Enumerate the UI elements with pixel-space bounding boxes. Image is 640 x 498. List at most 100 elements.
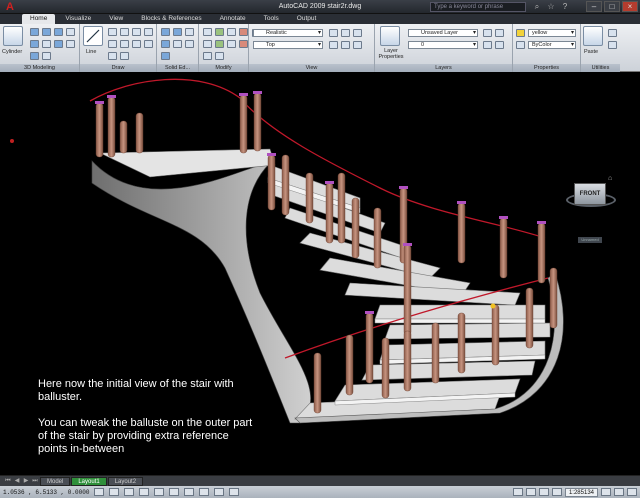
pan-status-icon[interactable]	[538, 488, 549, 496]
separate-icon[interactable]	[173, 28, 182, 36]
visual-style-dropdown[interactable]: Realistic	[253, 29, 323, 37]
last-layout-icon[interactable]: ⏭	[31, 477, 39, 486]
subtract-icon[interactable]	[54, 40, 63, 48]
annotation-scale[interactable]: 1:285134	[564, 487, 598, 497]
clean-screen-icon[interactable]	[627, 488, 637, 496]
next-layout-icon[interactable]: ▶	[22, 477, 30, 486]
thicken-icon[interactable]	[173, 40, 182, 48]
polar-icon[interactable]	[139, 488, 150, 496]
search-input[interactable]: Type a keyword or phrase	[430, 2, 526, 12]
stretch-icon[interactable]	[215, 52, 224, 60]
star-icon[interactable]: ☆	[546, 2, 556, 12]
grid-icon[interactable]	[109, 488, 120, 496]
sweep-icon[interactable]	[54, 28, 63, 36]
array-icon[interactable]	[227, 40, 236, 48]
tab-annotate[interactable]: Annotate	[212, 14, 254, 24]
first-layout-icon[interactable]: ⏮	[4, 477, 12, 486]
workspace-icon[interactable]	[601, 488, 611, 496]
lock-icon[interactable]	[614, 488, 624, 496]
align-icon[interactable]	[227, 28, 236, 36]
home-icon[interactable]: ⌂	[608, 175, 612, 182]
binoculars-icon[interactable]: ⌕	[532, 2, 542, 12]
spline-icon[interactable]	[132, 40, 141, 48]
line-icon[interactable]	[83, 26, 103, 46]
otrack-icon[interactable]	[169, 488, 180, 496]
layer-properties-icon[interactable]	[380, 26, 400, 46]
layer-walk-icon[interactable]	[495, 29, 504, 37]
walk-icon[interactable]	[341, 41, 350, 49]
model-space-icon[interactable]	[512, 488, 523, 496]
minimize-button[interactable]: –	[586, 1, 602, 12]
ucs-menu[interactable]: Unnamed	[578, 237, 602, 243]
rectangle-icon[interactable]	[108, 40, 117, 48]
scale-icon[interactable]	[203, 52, 212, 60]
box-icon[interactable]	[42, 52, 51, 60]
ducs-icon[interactable]	[184, 488, 195, 496]
color-dropdown[interactable]: yellow	[528, 29, 576, 37]
linetype-dropdown[interactable]: ByColor	[528, 41, 576, 49]
layer-state-dropdown[interactable]: Unsaved Layer	[408, 29, 478, 37]
3d-rotate-icon[interactable]	[215, 28, 224, 36]
mirror-icon[interactable]	[215, 40, 224, 48]
clean-icon[interactable]	[161, 52, 170, 60]
erase-icon[interactable]	[239, 28, 248, 36]
snap-icon[interactable]	[94, 488, 105, 496]
drawing-canvas[interactable]: ⌂ FRONT Unnamed Here now the initial vie…	[0, 73, 640, 475]
region-icon[interactable]	[108, 52, 117, 60]
paste-icon[interactable]	[583, 26, 603, 46]
tab-view[interactable]: View	[101, 14, 131, 24]
quick-calc-icon[interactable]	[608, 41, 617, 49]
layout-tab-model[interactable]: Model	[40, 476, 71, 486]
layer-off-icon[interactable]	[495, 41, 504, 49]
close-button[interactable]: ×	[622, 1, 638, 12]
fillet-icon[interactable]	[239, 40, 248, 48]
boundary-icon[interactable]	[120, 52, 129, 60]
layout-tab-layout1[interactable]: Layout1	[71, 476, 107, 486]
help-icon[interactable]: ?	[560, 2, 570, 12]
tab-blocks-references[interactable]: Blocks & References	[133, 14, 209, 24]
hatch-icon[interactable]	[144, 28, 153, 36]
tab-visualize[interactable]: Visualize	[57, 14, 99, 24]
circle-icon[interactable]	[120, 28, 129, 36]
layout-tab-layout2[interactable]: Layout2	[107, 476, 144, 486]
dyn-icon[interactable]	[199, 488, 210, 496]
ortho-icon[interactable]	[124, 488, 135, 496]
layer-dropdown[interactable]: 0	[408, 41, 478, 49]
extrude-faces-icon[interactable]	[161, 28, 170, 36]
polygon-icon[interactable]	[120, 40, 129, 48]
loft-icon[interactable]	[30, 40, 39, 48]
prev-layout-icon[interactable]: ◀	[13, 477, 21, 486]
viewcube-front-face[interactable]: FRONT	[574, 183, 606, 205]
tab-home[interactable]: Home	[22, 14, 56, 24]
union-icon[interactable]	[42, 40, 51, 48]
revolve-icon[interactable]	[66, 28, 75, 36]
maximize-button[interactable]: □	[604, 1, 620, 12]
layer-previous-icon[interactable]	[483, 29, 492, 37]
intersect-icon[interactable]	[66, 40, 75, 48]
cylinder-icon[interactable]	[3, 26, 23, 46]
lwt-icon[interactable]	[214, 488, 225, 496]
measure-icon[interactable]	[608, 29, 617, 37]
extrude-icon[interactable]	[30, 28, 39, 36]
tab-tools[interactable]: Tools	[256, 14, 287, 24]
tab-output[interactable]: Output	[289, 14, 325, 24]
layer-isolate-icon[interactable]	[483, 41, 492, 49]
3d-move-icon[interactable]	[203, 40, 212, 48]
camera-icon[interactable]	[329, 41, 338, 49]
presspull-icon[interactable]	[42, 28, 51, 36]
zoom-status-icon[interactable]	[551, 488, 562, 496]
arc-icon[interactable]	[132, 28, 141, 36]
shell-icon[interactable]	[185, 28, 194, 36]
view-dropdown[interactable]: Top	[253, 41, 323, 49]
move-icon[interactable]	[203, 28, 212, 36]
fly-icon[interactable]	[353, 41, 362, 49]
slice-icon[interactable]	[161, 40, 170, 48]
polysolid-icon[interactable]	[30, 52, 39, 60]
autocad-logo-icon[interactable]: A	[3, 1, 17, 13]
qp-icon[interactable]	[229, 488, 240, 496]
quick-view-icon[interactable]	[525, 488, 536, 496]
ellipse-icon[interactable]	[144, 40, 153, 48]
osnap-icon[interactable]	[154, 488, 165, 496]
orbit-icon[interactable]	[329, 29, 338, 37]
pan-icon[interactable]	[341, 29, 350, 37]
